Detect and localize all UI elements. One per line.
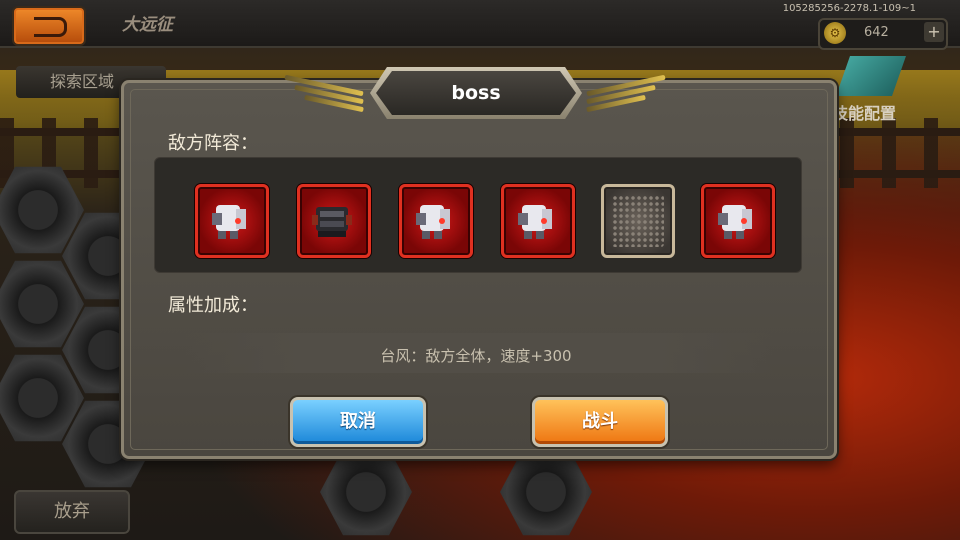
enemy-slot-2[interactable] — [297, 184, 371, 258]
currency-value: 642 — [864, 25, 889, 40]
currency-box: ⚙ 642 + — [818, 18, 948, 50]
right-wing-ornament — [586, 74, 678, 113]
page-title: 大远征 — [122, 15, 173, 35]
left-wing-ornament — [274, 74, 366, 113]
enemy-lineup-panel — [154, 157, 802, 273]
gear-coin-icon: ⚙ — [824, 22, 846, 44]
enemy-slot-1[interactable] — [195, 184, 269, 258]
cancel-button[interactable]: 取消 — [290, 397, 426, 447]
build-id-text: 105285256-2278.1-109~1 — [782, 3, 916, 14]
white-mech-icon — [212, 205, 246, 239]
fight-button[interactable]: 战斗 — [532, 397, 668, 447]
add-currency-button[interactable]: + — [924, 22, 944, 42]
enemy-slot-5-empty — [601, 184, 675, 258]
empty-slot-mesh-icon — [612, 195, 664, 247]
top-bar: 大远征 105285256-2278.1-109~1 ⚙ 642 + — [0, 0, 960, 50]
enemy-lineup-label: 敌方阵容： — [168, 133, 258, 154]
back-arrow-icon — [34, 17, 67, 37]
enemy-slot-4[interactable] — [501, 184, 575, 258]
white-mech-icon — [718, 205, 752, 239]
boss-dialog: boss 敌方阵容： 属性加成： 台风：敌方全体，速度+300 取消 战斗 — [121, 67, 837, 459]
white-mech-icon — [518, 205, 552, 239]
attribute-bonus-label: 属性加成： — [168, 295, 258, 316]
back-button[interactable] — [12, 6, 86, 46]
white-mech-icon — [416, 205, 450, 239]
skill-config-label[interactable]: 技能配置 — [832, 100, 896, 124]
enemy-slot-6[interactable] — [701, 184, 775, 258]
enemy-slot-3[interactable] — [399, 184, 473, 258]
dialog-title: boss — [451, 82, 501, 104]
abandon-button[interactable]: 放弃 — [14, 490, 130, 534]
bonus-text: 台风：敌方全体，速度+300 — [380, 347, 572, 365]
dark-mech-icon — [312, 207, 352, 237]
